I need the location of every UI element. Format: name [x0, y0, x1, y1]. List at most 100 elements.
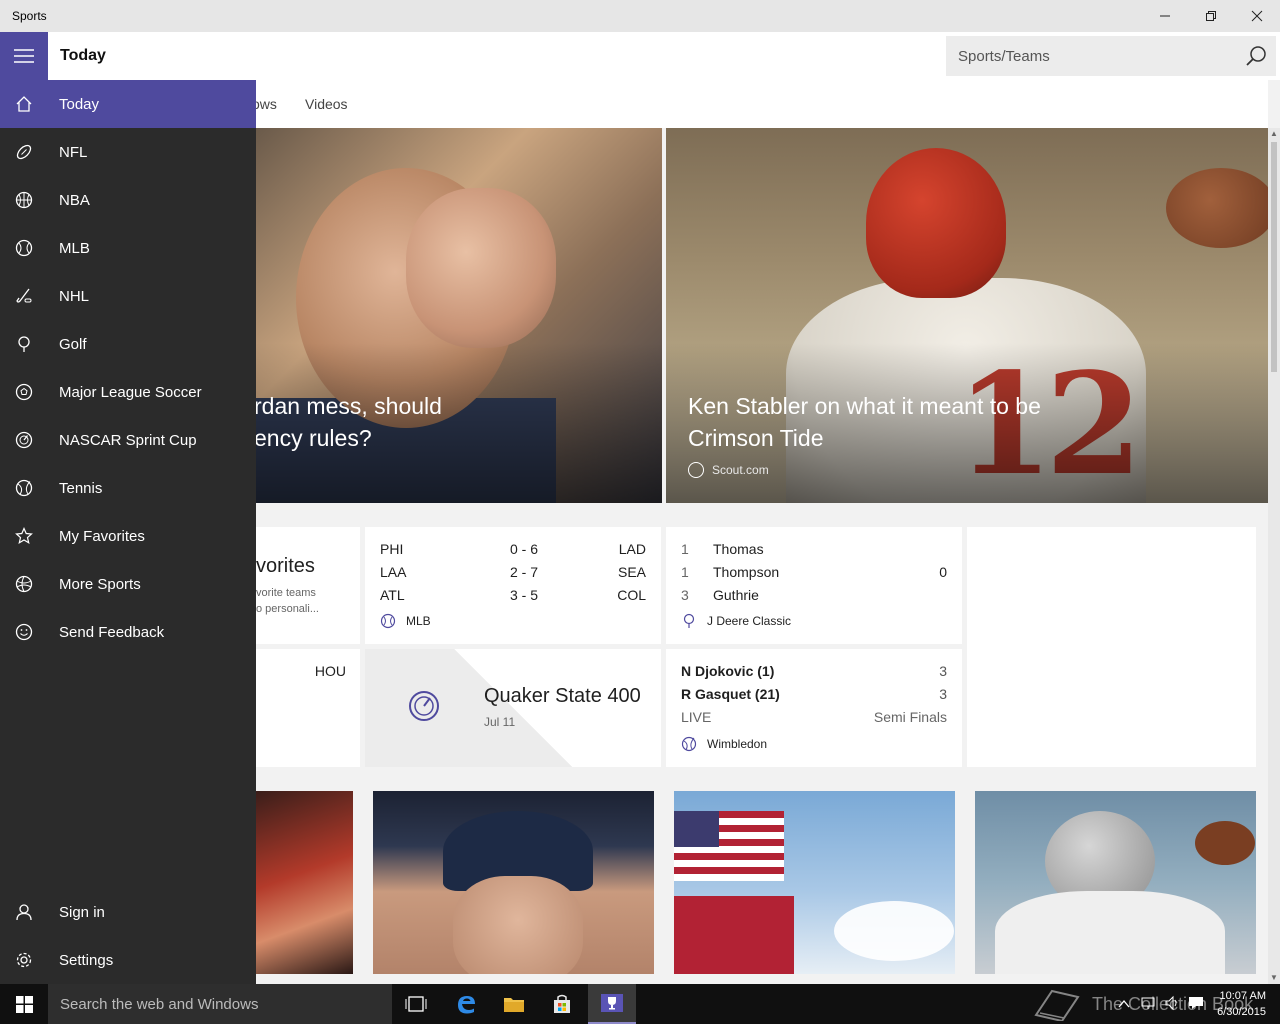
partial-score-card[interactable]: HOU: [256, 649, 360, 767]
nascar-card[interactable]: Quaker State 400 Jul 11: [365, 649, 661, 767]
hero-story-2[interactable]: 12 Ken Stabler on what it meant to be Cr…: [666, 128, 1268, 503]
edge-icon: [458, 996, 475, 1014]
trophy-icon: [601, 994, 623, 1012]
hamburger-icon: [14, 49, 34, 63]
sidebar-item-mlb[interactable]: MLB: [0, 224, 256, 272]
scrollbar-thumb[interactable]: [1271, 142, 1277, 372]
minimize-button[interactable]: [1142, 0, 1188, 32]
league-label: J Deere Classic: [681, 613, 791, 629]
golf-icon: [681, 613, 697, 629]
sidebar-item-nba[interactable]: NBA: [0, 176, 256, 224]
nascar-icon: [0, 416, 48, 464]
windows-logo-icon: [15, 995, 33, 1013]
sidebar-item-nfl[interactable]: NFL: [0, 128, 256, 176]
task-view-button[interactable]: [392, 984, 440, 1024]
score-row: ATL 3 - 5 COL: [380, 587, 646, 603]
basketball-icon: [0, 176, 48, 224]
league-label: Wimbledon: [681, 736, 767, 752]
restore-icon: [1206, 11, 1216, 21]
taskbar-clock[interactable]: 10:07 AM 6/30/2015: [1217, 988, 1266, 1020]
sidebar-item-tennis[interactable]: Tennis: [0, 464, 256, 512]
search-button[interactable]: [1244, 44, 1268, 68]
action-center-icon[interactable]: [1188, 995, 1204, 1016]
sidebar-item-nhl[interactable]: NHL: [0, 272, 256, 320]
race-date: Jul 11: [484, 715, 516, 729]
soccer-icon: [0, 368, 48, 416]
source-logo-icon: [688, 462, 704, 478]
network-icon[interactable]: [1140, 995, 1156, 1016]
favorites-card[interactable]: vorites vorite teams o personali...: [256, 527, 360, 644]
sidebar-nav: Today NFL NBA MLB NHL Golf Major League …: [0, 80, 256, 984]
start-button[interactable]: [0, 984, 48, 1024]
more-sports-icon: [0, 560, 48, 608]
folder-icon: [504, 998, 524, 1012]
gear-icon: [0, 936, 48, 984]
race-title: Quaker State 400: [484, 685, 641, 707]
window-title: Sports: [12, 9, 47, 23]
file-explorer-button[interactable]: [490, 984, 538, 1024]
tab-shows[interactable]: ows: [256, 96, 277, 112]
search-input[interactable]: [946, 36, 1236, 76]
store-button[interactable]: [538, 984, 586, 1024]
sidebar-item-my-favorites[interactable]: My Favorites: [0, 512, 256, 560]
sidebar-item-settings[interactable]: Settings: [0, 936, 256, 984]
hero-1-headline: rdan mess, should ency rules?: [256, 393, 442, 451]
home-icon: [0, 80, 48, 128]
live-status: LIVE: [681, 709, 712, 725]
hockey-icon: [0, 272, 48, 320]
nascar-icon: [408, 690, 440, 727]
score-row: LAA 2 - 7 SEA: [380, 564, 646, 580]
window-controls: [1142, 0, 1280, 32]
baseball-icon: [0, 224, 48, 272]
smiley-icon: [0, 608, 48, 656]
league-label: MLB: [380, 613, 431, 629]
vertical-scrollbar[interactable]: ▲ ▼: [1268, 128, 1280, 984]
story-thumbnail-basketball[interactable]: [256, 791, 353, 974]
hero-story-1[interactable]: rdan mess, should ency rules?: [256, 128, 662, 503]
sidebar-item-golf[interactable]: Golf: [0, 320, 256, 368]
sports-app-button[interactable]: [588, 984, 636, 1024]
sidebar-item-send-feedback[interactable]: Send Feedback: [0, 608, 256, 656]
taskbar-search-box[interactable]: Search the web and Windows: [48, 984, 392, 1024]
tennis-icon: [681, 736, 697, 752]
empty-card: [967, 527, 1256, 767]
golf-icon: [0, 320, 48, 368]
close-button[interactable]: [1234, 0, 1280, 32]
tab-videos[interactable]: Videos: [305, 96, 348, 112]
task-view-icon: [405, 996, 427, 1012]
sidebar-item-sign-in[interactable]: Sign in: [0, 888, 256, 936]
sidebar-item-mls[interactable]: Major League Soccer: [0, 368, 256, 416]
search-box: [946, 36, 1276, 76]
search-icon: [1246, 46, 1266, 66]
favorites-card-title: vorites: [256, 555, 315, 577]
sidebar-item-nascar[interactable]: NASCAR Sprint Cup: [0, 416, 256, 464]
title-bar: Sports: [0, 0, 1280, 32]
app-header: Today: [0, 32, 1280, 80]
scroll-down-icon[interactable]: ▼: [1270, 974, 1278, 982]
scroll-up-icon[interactable]: ▲: [1270, 130, 1278, 138]
close-icon: [1251, 10, 1263, 22]
tennis-card[interactable]: N Djokovic (1) 3 R Gasquet (21) 3 LIVE S…: [666, 649, 962, 767]
sub-tabs: ows Videos: [256, 80, 1268, 128]
edge-browser-button[interactable]: [442, 984, 490, 1024]
sidebar-item-today[interactable]: Today: [0, 80, 256, 128]
restore-button[interactable]: [1188, 0, 1234, 32]
mlb-scores-card[interactable]: PHI 0 - 6 LAD LAA 2 - 7 SEA ATL 3 - 5 CO…: [365, 527, 661, 644]
sidebar-item-more-sports[interactable]: More Sports: [0, 560, 256, 608]
page-title: Today: [60, 47, 106, 64]
story-thumbnail-raiders[interactable]: [975, 791, 1256, 974]
book-icon: [1034, 989, 1080, 1021]
store-icon: [554, 994, 570, 1013]
tray-chevron-up-icon[interactable]: [1118, 996, 1130, 1014]
volume-icon[interactable]: [1164, 995, 1180, 1016]
minimize-icon: [1160, 15, 1170, 17]
story-thumbnail-flags[interactable]: [674, 791, 955, 974]
golf-leaderboard-card[interactable]: 1 Thomas 1 Thompson 0 3 Guthrie J Deere …: [666, 527, 962, 644]
hamburger-button[interactable]: [0, 32, 48, 80]
hero-2-source: Scout.com: [688, 462, 769, 478]
baseball-icon: [380, 613, 396, 629]
taskbar: Search the web and Windows The Collectio…: [0, 984, 1280, 1024]
person-icon: [0, 888, 48, 936]
match-round: Semi Finals: [873, 709, 947, 725]
story-thumbnail-player[interactable]: [373, 791, 654, 974]
